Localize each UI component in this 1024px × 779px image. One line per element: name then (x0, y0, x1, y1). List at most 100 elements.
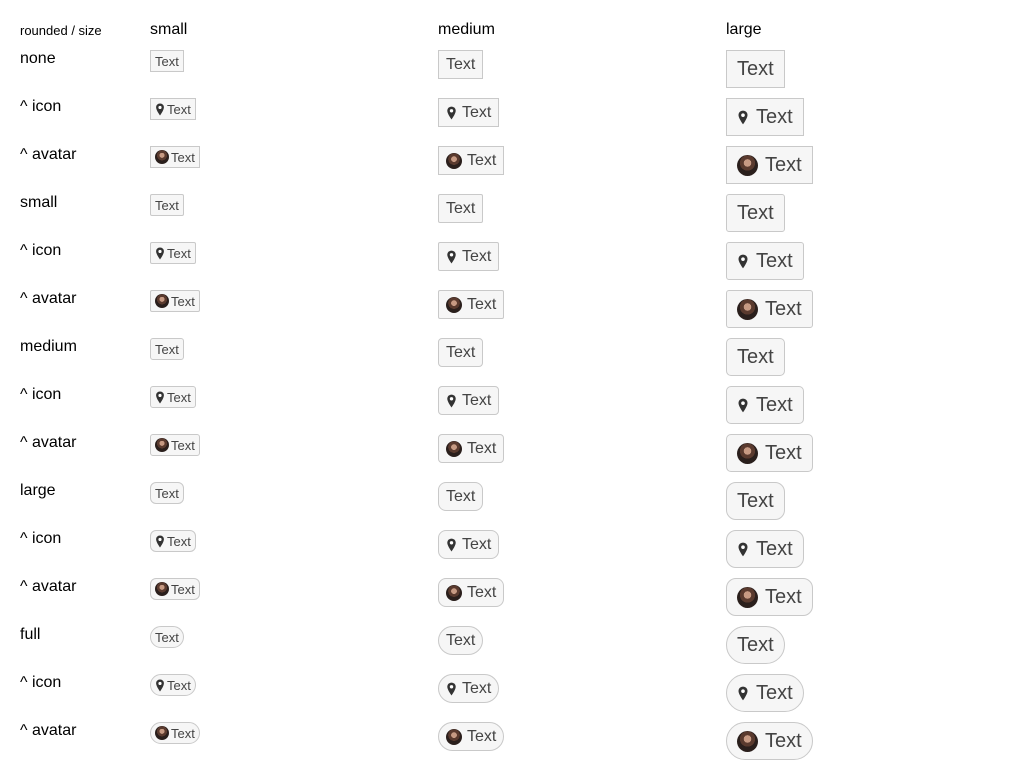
tag-medium[interactable]: Text (438, 674, 500, 703)
map-pin-icon (446, 394, 457, 408)
tag-medium[interactable]: Text (438, 722, 505, 751)
tag-cell-small: Text (150, 578, 200, 601)
tag-text: Text (171, 437, 195, 453)
tag-large[interactable]: Text (726, 290, 813, 328)
tag-small[interactable]: Text (150, 530, 196, 552)
tag-cell-medium: Text (438, 386, 500, 415)
tag-large[interactable]: Text (726, 434, 813, 472)
tag-medium[interactable]: Text (438, 194, 484, 223)
tag-small[interactable]: Text (150, 482, 184, 504)
avatar (155, 582, 169, 596)
row-label: small (20, 194, 58, 211)
tag-text: Text (171, 293, 195, 309)
tag-large[interactable]: Text (726, 338, 785, 376)
tag-small[interactable]: Text (150, 674, 196, 696)
variant-row: ^ icon Text Text Text (0, 674, 1024, 722)
tag-medium[interactable]: Text (438, 98, 500, 127)
variant-row: ^ icon Text Text Text (0, 386, 1024, 434)
tag-medium[interactable]: Text (438, 482, 484, 511)
tag-text: Text (765, 729, 802, 752)
tag-large[interactable]: Text (726, 674, 804, 712)
tag-text: Text (155, 53, 179, 69)
size-header-medium: medium (438, 21, 495, 38)
map-pin-icon (737, 542, 749, 557)
avatar (737, 154, 758, 176)
tag-cell-large: Text (726, 626, 785, 664)
tag-medium[interactable]: Text (438, 386, 500, 415)
tag-medium[interactable]: Text (438, 290, 505, 319)
tag-cell-large: Text (726, 338, 785, 376)
tag-large[interactable]: Text (726, 530, 804, 568)
avatar (737, 730, 758, 752)
tag-small[interactable]: Text (150, 98, 196, 120)
variant-row: ^ avatar Text Text Text (0, 434, 1024, 482)
tag-small[interactable]: Text (150, 50, 184, 72)
tag-large[interactable]: Text (726, 578, 813, 616)
tag-cell-small: Text (150, 674, 196, 697)
tag-medium[interactable]: Text (438, 146, 505, 175)
tag-cell-medium: Text (438, 530, 500, 559)
tag-text: Text (737, 489, 774, 512)
tag-text: Text (167, 101, 191, 117)
tag-medium[interactable]: Text (438, 578, 505, 607)
tag-large[interactable]: Text (726, 50, 785, 88)
tag-large[interactable]: Text (726, 626, 785, 664)
tag-medium[interactable]: Text (438, 50, 484, 79)
tag-text: Text (462, 391, 492, 409)
tag-large[interactable]: Text (726, 98, 804, 136)
tag-large[interactable]: Text (726, 242, 804, 280)
tag-large[interactable]: Text (726, 386, 804, 424)
tag-small[interactable]: Text (150, 242, 196, 264)
corner-header: rounded / size (20, 23, 102, 38)
tag-text: Text (446, 199, 476, 217)
row-label: full (20, 626, 41, 643)
variant-row: full Text Text Text (0, 626, 1024, 674)
avatar (155, 726, 169, 740)
tag-cell-large: Text (726, 386, 804, 424)
row-label: ^ icon (20, 674, 62, 691)
tag-large[interactable]: Text (726, 194, 785, 232)
tag-text: Text (462, 247, 492, 265)
tag-cell-large: Text (726, 98, 804, 136)
tag-large[interactable]: Text (726, 146, 813, 184)
row-label: ^ icon (20, 386, 62, 403)
tag-cell-medium: Text (438, 98, 500, 127)
tag-medium[interactable]: Text (438, 338, 484, 367)
tag-cell-medium: Text (438, 674, 500, 703)
row-label: large (20, 482, 56, 499)
tag-small[interactable]: Text (150, 338, 184, 360)
tag-small[interactable]: Text (150, 386, 196, 408)
map-pin-icon (446, 538, 457, 552)
tag-large[interactable]: Text (726, 722, 813, 760)
avatar (446, 296, 462, 313)
tag-small[interactable]: Text (150, 146, 200, 168)
tag-small[interactable]: Text (150, 194, 184, 216)
tag-text: Text (446, 487, 476, 505)
tag-medium[interactable]: Text (438, 242, 500, 271)
map-pin-icon (155, 679, 165, 692)
tag-cell-medium: Text (438, 722, 505, 751)
tag-small[interactable]: Text (150, 626, 184, 648)
tag-small[interactable]: Text (150, 722, 200, 744)
tag-cell-large: Text (726, 434, 813, 472)
tag-cell-medium: Text (438, 434, 505, 463)
tag-text: Text (155, 629, 179, 645)
tag-text: Text (765, 441, 802, 464)
tag-cell-large: Text (726, 578, 813, 616)
tag-small[interactable]: Text (150, 290, 200, 312)
tag-small[interactable]: Text (150, 578, 200, 600)
avatar (446, 440, 462, 457)
tag-medium[interactable]: Text (438, 434, 505, 463)
tag-cell-small: Text (150, 530, 196, 553)
tag-cell-large: Text (726, 194, 785, 232)
tag-medium[interactable]: Text (438, 530, 500, 559)
tag-text: Text (171, 725, 195, 741)
variant-row: large Text Text Text (0, 482, 1024, 530)
avatar (155, 438, 169, 452)
tag-medium[interactable]: Text (438, 626, 484, 655)
tag-large[interactable]: Text (726, 482, 785, 520)
tag-text: Text (765, 585, 802, 608)
tag-small[interactable]: Text (150, 434, 200, 456)
row-label: ^ icon (20, 98, 62, 115)
tag-text: Text (467, 727, 497, 745)
